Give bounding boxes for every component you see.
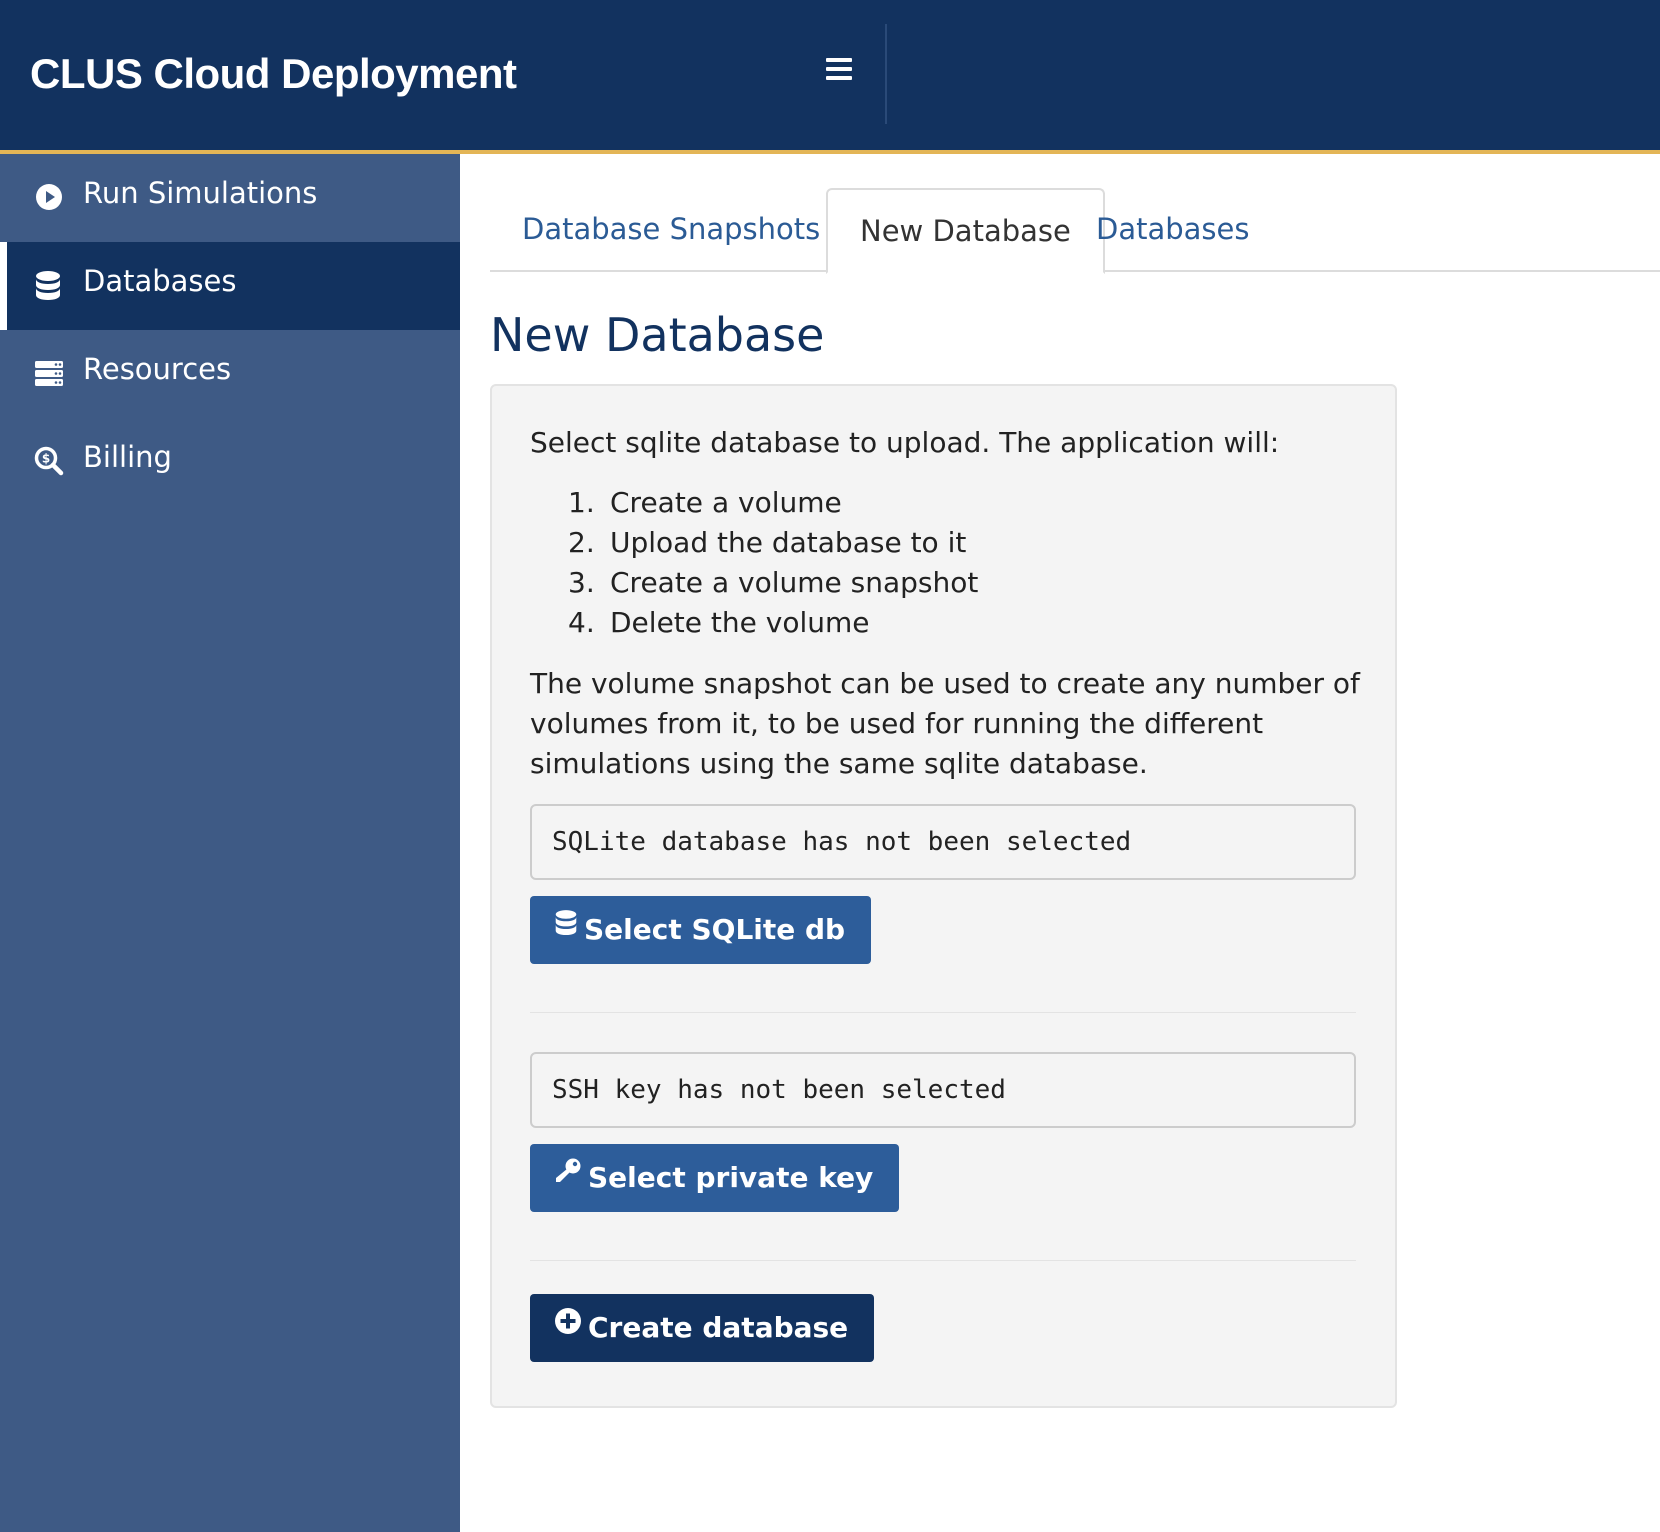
sidebar-item-label: Resources [83, 352, 232, 386]
app-title: CLUS Cloud Deployment [30, 50, 517, 97]
hamburger-menu-icon[interactable] [826, 58, 858, 86]
step-number: 1. [568, 486, 595, 519]
sidebar-item-run-simulations[interactable]: Run Simulations [0, 154, 460, 242]
database-icon [34, 270, 66, 302]
sidebar-item-label: Databases [83, 264, 237, 298]
intro-text: Select sqlite database to upload. The ap… [530, 426, 1280, 459]
database-icon [554, 894, 578, 962]
svg-text:$: $ [42, 452, 50, 466]
step-text: Delete the volume [610, 606, 870, 639]
play-circle-icon [34, 182, 66, 214]
search-dollar-icon: $ [34, 446, 66, 478]
sidebar-item-billing[interactable]: $ Billing [0, 418, 460, 506]
select-private-key-button-label: Select private key [588, 1161, 874, 1194]
step-number: 4. [568, 606, 595, 639]
select-sqlite-button-label: Select SQLite db [584, 913, 846, 946]
sidebar-item-databases[interactable]: Databases [0, 242, 460, 330]
top-header: CLUS Cloud Deployment [0, 0, 1660, 154]
step-text: Create a volume [610, 486, 842, 519]
sidebar: Run Simulations Databases Resources $ Bi… [0, 154, 460, 1532]
tab-databases[interactable]: Databases [1064, 188, 1281, 272]
step-text: Upload the database to it [610, 526, 967, 559]
select-private-key-button[interactable]: Select private key [530, 1142, 900, 1212]
sidebar-item-label: Run Simulations [83, 176, 318, 210]
plus-circle-icon [554, 1292, 582, 1360]
create-database-button-label: Create database [588, 1311, 849, 1344]
tab-bar: Database Snapshots New Database Database… [490, 188, 1660, 274]
sqlite-file-status-field: SQLite database has not been selected [530, 804, 1356, 880]
create-database-button[interactable]: Create database [530, 1292, 875, 1362]
key-icon [554, 1142, 582, 1210]
tab-database-snapshots[interactable]: Database Snapshots [490, 188, 852, 272]
ssh-key-status-field: SSH key has not been selected [530, 1052, 1356, 1128]
select-sqlite-button[interactable]: Select SQLite db [530, 894, 872, 964]
server-icon [34, 358, 66, 390]
header-divider [885, 24, 887, 124]
step-number: 2. [568, 526, 595, 559]
sidebar-item-label: Billing [83, 440, 172, 474]
divider [530, 1012, 1356, 1013]
step-text: Create a volume snapshot [610, 566, 979, 599]
description-text: The volume snapshot can be used to creat… [530, 667, 1360, 780]
new-database-panel: Select sqlite database to upload. The ap… [490, 384, 1397, 1408]
sidebar-item-resources[interactable]: Resources [0, 330, 460, 418]
page-title: New Database [490, 308, 825, 362]
divider [530, 1260, 1356, 1261]
step-number: 3. [568, 566, 595, 599]
